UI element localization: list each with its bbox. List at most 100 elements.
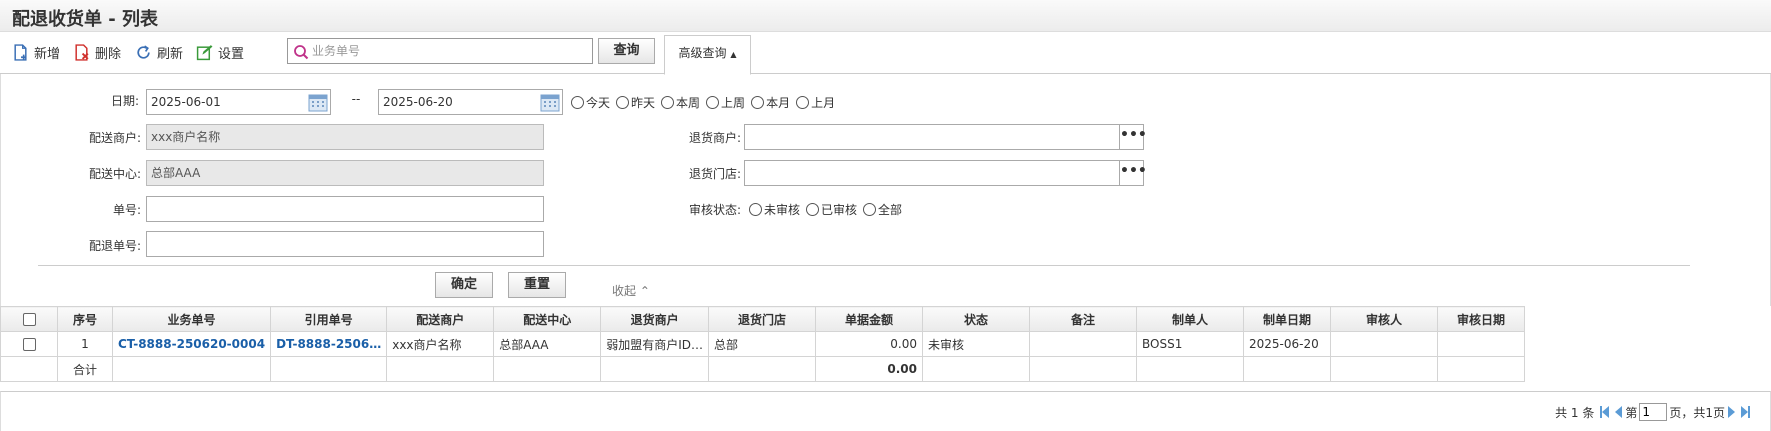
- delete-button[interactable]: 删除: [73, 42, 121, 62]
- page-title: 配退收货单 - 列表: [12, 9, 159, 30]
- return-no-label: 配退单号:: [88, 239, 141, 253]
- merchant-field: xxx商户名称: [146, 124, 544, 150]
- add-document-icon: [14, 43, 27, 61]
- audit-option-label: 全部: [878, 203, 903, 217]
- return-merchant-label: 退货商户:: [688, 131, 741, 145]
- total-empty-cell: [0, 356, 58, 382]
- next-page-icon[interactable]: [1728, 406, 1735, 418]
- query-button[interactable]: 查询: [598, 38, 655, 64]
- column-header[interactable]: 制单日期: [1243, 306, 1331, 332]
- date-option-today[interactable]: 今天: [571, 94, 610, 111]
- refresh-button[interactable]: 刷新: [135, 42, 183, 62]
- calendar-icon[interactable]: [308, 92, 328, 112]
- column-header[interactable]: 审核日期: [1437, 306, 1525, 332]
- toolbar: 新增 删除 刷新 设置 查询 高级查询 ▲: [0, 32, 1771, 75]
- prev-page-icon[interactable]: [1615, 406, 1623, 418]
- table-row[interactable]: 1 CT-8888-250620-0004 DT-8888-2506… xxx商…: [0, 331, 1525, 357]
- audit-option-all[interactable]: 全部: [863, 201, 902, 218]
- row-select-cell: [0, 331, 58, 357]
- column-header[interactable]: 退货门店: [708, 306, 816, 332]
- center-label: 配送中心:: [88, 167, 141, 181]
- date-option-this-month[interactable]: 本月: [751, 94, 790, 111]
- date-to-value: 2025-06-20: [383, 95, 453, 109]
- cell-ref-no-link[interactable]: DT-8888-2506…: [270, 331, 388, 357]
- column-header[interactable]: 配送商户: [386, 306, 495, 332]
- cell-create-date: 2025-06-20: [1243, 331, 1331, 357]
- date-separator: --: [351, 92, 361, 106]
- column-header[interactable]: 退货商户: [600, 306, 709, 332]
- confirm-button[interactable]: 确定: [435, 272, 493, 298]
- audit-option-unaudited[interactable]: 未审核: [749, 201, 800, 218]
- select-all-header: [0, 306, 58, 332]
- return-no-field[interactable]: [146, 231, 544, 257]
- date-option-last-week[interactable]: 上周: [706, 94, 745, 111]
- date-option-this-week[interactable]: 本周: [661, 94, 700, 111]
- date-quick-options: 今天 昨天 本周 上周 本月 上月: [571, 94, 841, 111]
- add-button[interactable]: 新增: [12, 42, 60, 62]
- column-header[interactable]: 配送中心: [493, 306, 602, 332]
- cell-return-store: 总部: [708, 331, 816, 357]
- date-option-last-month[interactable]: 上月: [796, 94, 835, 111]
- column-header[interactable]: 制单人: [1136, 306, 1244, 332]
- table-header-row: 序号 业务单号 引用单号 配送商户 配送中心 退货商户 退货门店 单据金额 状态…: [0, 306, 1525, 332]
- collapse-toggle[interactable]: 收起 ⌃: [612, 282, 650, 299]
- calendar-icon[interactable]: [540, 92, 560, 112]
- date-to-field[interactable]: 2025-06-20: [378, 89, 563, 115]
- return-merchant-field[interactable]: •••: [744, 124, 1147, 150]
- total-empty-cell: [1136, 356, 1244, 382]
- column-header[interactable]: 引用单号: [270, 306, 388, 332]
- total-empty-cell: [386, 356, 495, 382]
- settings-button-label: 设置: [218, 46, 245, 62]
- settings-button[interactable]: 设置: [196, 42, 244, 62]
- total-empty-cell: [600, 356, 709, 382]
- return-store-label: 退货门店:: [688, 167, 741, 181]
- cell-audit-date: [1437, 331, 1525, 357]
- select-all-checkbox[interactable]: [22, 313, 36, 326]
- date-option-label: 本周: [676, 96, 701, 110]
- date-option-yesterday[interactable]: 昨天: [616, 94, 655, 111]
- total-amount: 0.00: [815, 356, 923, 382]
- search-input[interactable]: [312, 41, 588, 61]
- cell-biz-no-link[interactable]: CT-8888-250620-0004: [111, 331, 272, 357]
- advanced-query-tab[interactable]: 高级查询 ▲: [664, 35, 751, 75]
- date-from-field[interactable]: 2025-06-01: [146, 89, 331, 115]
- page-header: 配退收货单 - 列表: [0, 0, 1771, 32]
- cell-seq: 1: [57, 331, 113, 357]
- cell-amount: 0.00: [815, 331, 923, 357]
- column-header[interactable]: 单据金额: [815, 306, 923, 332]
- column-header[interactable]: 审核人: [1330, 306, 1438, 332]
- table-footer-area: [0, 391, 1771, 431]
- column-header[interactable]: 业务单号: [111, 306, 272, 332]
- cell-merchant: xxx商户名称: [386, 331, 495, 357]
- delete-document-icon: [75, 43, 89, 61]
- order-no-label: 单号:: [112, 203, 141, 217]
- add-button-label: 新增: [34, 46, 61, 62]
- reset-button[interactable]: 重置: [508, 272, 566, 298]
- date-option-label: 本月: [766, 96, 791, 110]
- total-empty-cell: [493, 356, 602, 382]
- pagination: 共 1 条 第 页，共1页: [1555, 403, 1751, 421]
- total-empty-cell: [1029, 356, 1137, 382]
- audit-status-options: 未审核 已审核 全部: [749, 201, 908, 218]
- column-header[interactable]: 状态: [922, 306, 1030, 332]
- date-label: 日期:: [110, 94, 139, 108]
- audit-option-label: 未审核: [764, 203, 801, 217]
- date-option-label: 昨天: [631, 96, 656, 110]
- total-empty-cell: [1437, 356, 1525, 382]
- row-checkbox[interactable]: [22, 338, 36, 351]
- order-no-field[interactable]: [146, 196, 544, 222]
- last-page-icon[interactable]: [1741, 406, 1748, 418]
- return-store-field[interactable]: •••: [744, 160, 1147, 186]
- cell-remark: [1029, 331, 1137, 357]
- caret-up-icon: ▲: [730, 50, 737, 59]
- page-number-input[interactable]: [1639, 403, 1668, 421]
- first-page-icon[interactable]: [1602, 406, 1610, 418]
- data-table: 序号 业务单号 引用单号 配送商户 配送中心 退货商户 退货门店 单据金额 状态…: [0, 306, 1525, 382]
- column-header[interactable]: 备注: [1029, 306, 1137, 332]
- column-header[interactable]: 序号: [57, 306, 113, 332]
- audit-option-audited[interactable]: 已审核: [806, 201, 857, 218]
- return-store-picker-button[interactable]: •••: [1119, 161, 1147, 185]
- date-option-label: 上月: [811, 96, 836, 110]
- return-merchant-picker-button[interactable]: •••: [1119, 125, 1147, 149]
- page-suffix: 页，共1页: [1669, 405, 1725, 420]
